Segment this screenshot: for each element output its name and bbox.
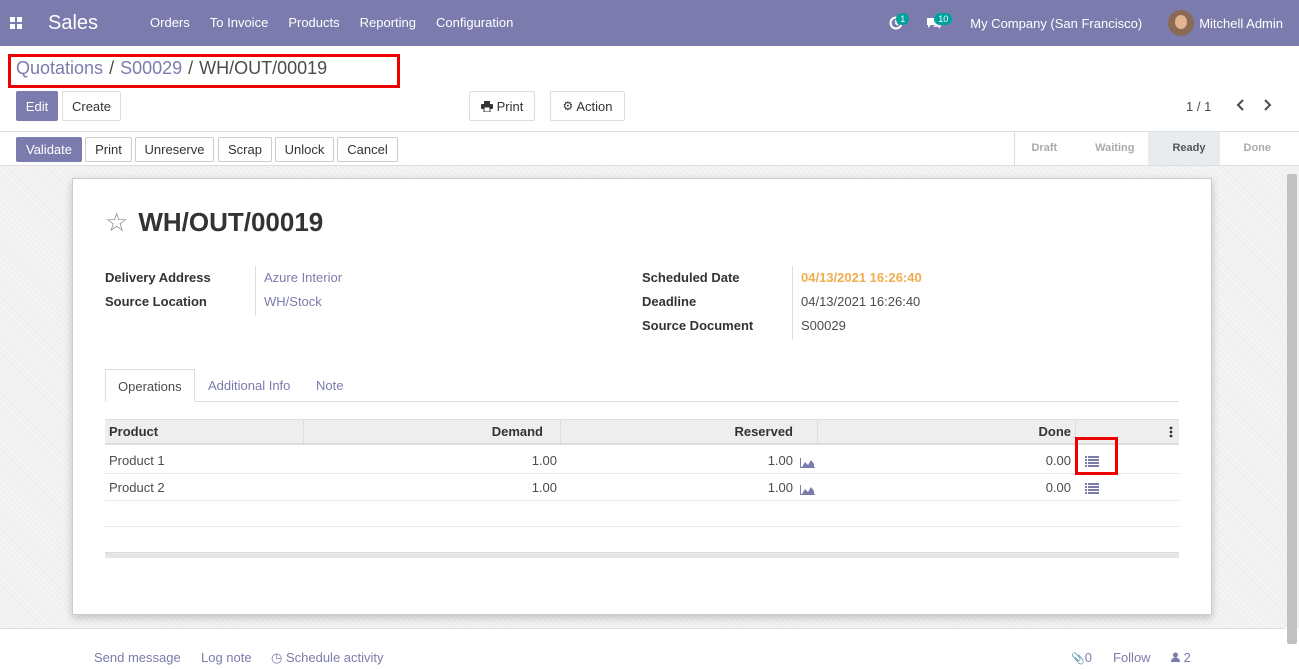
table-row[interactable]: Product 2 1.00 1.00 0.00 <box>105 474 1179 501</box>
source-document-value: S00029 <box>801 318 846 333</box>
column-demand[interactable]: Demand <box>303 420 543 444</box>
scheduled-date-label: Scheduled Date <box>642 270 740 285</box>
source-location-link[interactable]: WH/Stock <box>264 294 322 309</box>
column-product[interactable]: Product <box>109 420 158 444</box>
menu-products[interactable]: Products <box>278 0 349 46</box>
table-header: Product Demand Reserved Done <box>105 419 1179 445</box>
detailed-operations-icon[interactable] <box>1085 482 1099 497</box>
deadline-label: Deadline <box>642 294 697 309</box>
row-reserved: 1.00 <box>767 480 793 495</box>
follow-button[interactable]: Follow <box>1113 650 1151 665</box>
stage-ready: Ready <box>1148 132 1220 165</box>
user-menu[interactable]: Mitchell Admin <box>1168 10 1283 36</box>
field-divider <box>255 266 256 316</box>
user-icon <box>1171 652 1180 662</box>
printer-icon <box>480 100 493 112</box>
messaging-icon[interactable]: 10 <box>922 11 953 35</box>
follower-count: 2 <box>1183 650 1191 665</box>
optional-columns-icon[interactable] <box>1169 420 1177 444</box>
menu-orders[interactable]: Orders <box>140 0 200 46</box>
source-document-label: Source Document <box>642 318 754 333</box>
stage-pipeline: Draft Waiting Ready Done <box>1014 132 1285 165</box>
star-icon[interactable]: ☆ <box>105 207 128 238</box>
stage-draft: Draft <box>1031 142 1058 154</box>
apps-menu-icon[interactable] <box>0 0 32 46</box>
row-reserved: 1.00 <box>767 453 793 468</box>
tab-operations[interactable]: Operations <box>105 369 195 402</box>
avatar <box>1168 10 1195 36</box>
paperclip-icon: 📎 <box>1071 653 1085 665</box>
record-title: ☆ WH/OUT/00019 <box>105 207 323 238</box>
tab-additional-info[interactable]: Additional Info <box>196 369 302 402</box>
delivery-address-link[interactable]: Azure Interior <box>264 270 342 285</box>
activity-icon[interactable]: 1 <box>884 11 910 35</box>
form-sheet: ☆ WH/OUT/00019 Delivery Address Azure In… <box>72 178 1212 615</box>
row-done: 0.00 <box>1045 453 1071 468</box>
column-reserved[interactable]: Reserved <box>560 420 793 444</box>
empty-row <box>105 501 1179 527</box>
main-menu: Orders To Invoice Products Reporting Con… <box>140 0 523 46</box>
breadcrumb-highlight-box <box>8 54 400 88</box>
edit-button[interactable]: Edit <box>16 91 58 121</box>
menu-configuration[interactable]: Configuration <box>426 0 523 46</box>
vertical-scrollbar[interactable] <box>1285 166 1299 644</box>
create-button[interactable]: Create <box>62 91 121 121</box>
menu-to-invoice[interactable]: To Invoice <box>200 0 279 46</box>
action-menu-label: Action <box>576 98 613 114</box>
row-product: Product 1 <box>109 453 165 468</box>
scrollbar-thumb[interactable] <box>1287 174 1297 644</box>
unlock-button[interactable]: Unlock <box>275 137 334 162</box>
pager-previous-icon[interactable] <box>1234 98 1246 117</box>
notebook-tabs: Operations Additional Info Note <box>105 369 1179 402</box>
message-count-badge: 10 <box>934 13 953 25</box>
log-note-button[interactable]: Log note <box>201 650 252 665</box>
pager-next-icon[interactable] <box>1262 98 1274 117</box>
scheduled-date-value: 04/13/2021 16:26:40 <box>801 270 922 285</box>
stage-waiting: Waiting <box>1095 142 1135 154</box>
cancel-button[interactable]: Cancel <box>337 137 398 162</box>
company-switcher[interactable]: My Company (San Francisco) <box>970 16 1142 31</box>
schedule-activity-label: Schedule activity <box>285 650 384 665</box>
chatter-divider <box>0 628 1285 629</box>
user-name: Mitchell Admin <box>1199 15 1283 31</box>
attachment-count: 0 <box>1084 650 1092 665</box>
column-done[interactable]: Done <box>817 420 1072 444</box>
record-name: WH/OUT/00019 <box>138 207 324 237</box>
row-demand: 1.00 <box>531 480 557 495</box>
app-name[interactable]: Sales <box>48 12 98 35</box>
gear-icon: ⚙ <box>562 99 574 113</box>
delivery-address-label: Delivery Address <box>105 270 211 285</box>
top-navbar: Sales Orders To Invoice Products Reporti… <box>0 0 1299 46</box>
status-bar: Validate Print Unreserve Scrap Unlock Ca… <box>0 131 1299 166</box>
print-menu-button[interactable]: Print <box>469 91 535 121</box>
forecast-chart-icon[interactable] <box>800 456 815 471</box>
row-done: 0.00 <box>1045 480 1071 495</box>
validate-button[interactable]: Validate <box>16 137 82 162</box>
source-location-label: Source Location <box>105 294 207 309</box>
deadline-value: 04/13/2021 16:26:40 <box>801 294 921 309</box>
print-button[interactable]: Print <box>85 137 132 162</box>
detail-icon-highlight-box <box>1075 437 1118 475</box>
tab-note[interactable]: Note <box>304 369 355 402</box>
menu-reporting[interactable]: Reporting <box>350 0 426 46</box>
attachments-button[interactable]: 📎0 <box>1071 650 1092 665</box>
clock-icon: ◷ <box>271 650 283 665</box>
pager-value[interactable]: 1 / 1 <box>1186 99 1211 114</box>
followers-button[interactable]: 2 <box>1171 650 1191 665</box>
send-message-button[interactable]: Send message <box>94 650 181 665</box>
scrap-button[interactable]: Scrap <box>218 137 272 162</box>
field-divider <box>792 266 793 340</box>
print-menu-label: Print <box>496 98 524 114</box>
schedule-activity-button[interactable]: ◷ Schedule activity <box>271 650 384 666</box>
row-demand: 1.00 <box>531 453 557 468</box>
row-product: Product 2 <box>109 480 165 495</box>
unreserve-button[interactable]: Unreserve <box>135 137 214 162</box>
forecast-chart-icon[interactable] <box>800 483 815 498</box>
table-footer <box>105 552 1179 558</box>
table-row[interactable]: Product 1 1.00 1.00 0.00 <box>105 447 1179 474</box>
activity-count-badge: 1 <box>896 13 910 25</box>
action-menu-button[interactable]: ⚙ Action <box>550 91 625 121</box>
stage-done: Done <box>1243 142 1272 154</box>
